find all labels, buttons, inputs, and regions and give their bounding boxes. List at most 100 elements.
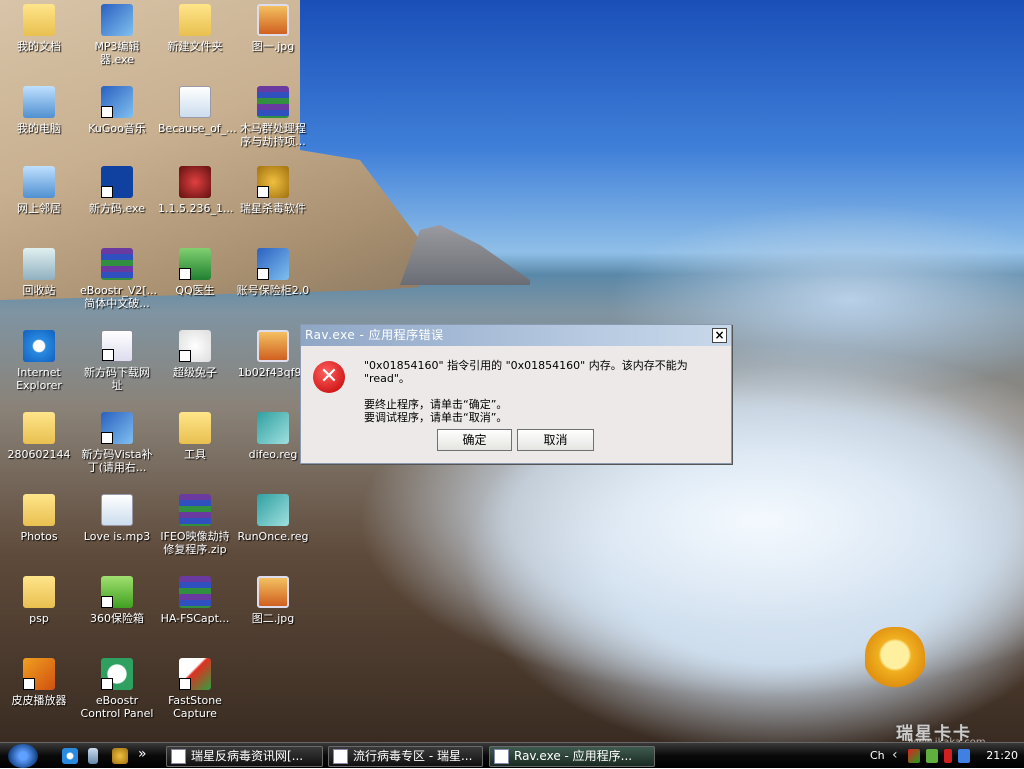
desktop-icon[interactable]: Because_of_... bbox=[156, 86, 237, 135]
desktop-icon-label: 我的文档 bbox=[17, 40, 61, 53]
ie-quicklaunch-icon[interactable] bbox=[62, 748, 78, 764]
fast-icon bbox=[179, 658, 211, 690]
rar-icon bbox=[101, 248, 133, 280]
desktop-icon[interactable]: 280602144 bbox=[0, 412, 78, 461]
app-icon bbox=[101, 412, 133, 444]
application-error-dialog: Rav.exe - 应用程序错误 × ✕ "0x01854160" 指令引用的 … bbox=[300, 324, 732, 464]
desktop-icon-label: 新方码.exe bbox=[88, 202, 145, 215]
desktop-icon[interactable]: eBoostr_V2[...简体中文破... bbox=[78, 248, 157, 310]
desktop-icon-label: 账号保险柜2.0 bbox=[236, 284, 310, 297]
desktop-icon-label: 我的电脑 bbox=[17, 122, 61, 135]
dialog-title-bar[interactable]: Rav.exe - 应用程序错误 bbox=[301, 325, 731, 346]
desktop-icon[interactable]: IFEO映像劫持修复程序.zip bbox=[156, 494, 234, 556]
desktop-icon[interactable]: 新建文件夹 bbox=[156, 4, 234, 53]
reg-icon bbox=[257, 494, 289, 526]
network-icon[interactable] bbox=[958, 749, 970, 763]
rising-quicklaunch-icon[interactable] bbox=[112, 748, 128, 764]
cancel-button[interactable]: 取消 bbox=[517, 429, 594, 451]
gauge-icon bbox=[101, 658, 133, 690]
desktop-icon-label: Love is.mp3 bbox=[83, 530, 151, 543]
desktop-icon-label: 皮皮播放器 bbox=[11, 694, 67, 707]
desktop-icon[interactable]: 我的电脑 bbox=[0, 86, 78, 135]
tray-app-icon[interactable] bbox=[926, 749, 938, 763]
desktop-icon-label: KuGoo音乐 bbox=[88, 122, 146, 135]
desktop-icon-label: 360保险箱 bbox=[90, 612, 144, 625]
desktop-icon[interactable]: 瑞星杀毒软件 bbox=[234, 166, 312, 215]
desktop-icon[interactable]: 工具 bbox=[156, 412, 234, 461]
desktop-icon[interactable]: psp bbox=[0, 576, 78, 625]
rising-lion-mascot-icon[interactable] bbox=[865, 627, 925, 689]
desktop-icon[interactable]: 360保险箱 bbox=[78, 576, 156, 625]
desktop-icon-label: 网上邻居 bbox=[17, 202, 61, 215]
desktop-icon-label: eBoostr Control Panel bbox=[80, 694, 154, 720]
desktop-icon-label: IFEO映像劫持修复程序.zip bbox=[160, 530, 230, 556]
desktop-icon-label: 回收站 bbox=[22, 284, 56, 297]
desktop-icon[interactable]: 皮皮播放器 bbox=[0, 658, 78, 707]
desktop-icon-label: 1.1.5.236_1... bbox=[158, 202, 234, 215]
desktop-icon[interactable]: 新方码Vista补丁(请用右... bbox=[78, 412, 156, 474]
tray-app-icon[interactable] bbox=[944, 749, 952, 763]
desktop-icon[interactable]: QQ医生 bbox=[156, 248, 234, 297]
desktop-icon-label: MP3编辑器.exe bbox=[94, 40, 140, 66]
start-button[interactable] bbox=[8, 744, 38, 768]
rabbit-icon bbox=[179, 330, 211, 362]
desktop-icon[interactable]: MP3编辑器.exe bbox=[78, 4, 156, 66]
ok-button[interactable]: 确定 bbox=[437, 429, 512, 451]
desktop-icon[interactable]: 图一.jpg bbox=[234, 4, 312, 53]
desktop-icon[interactable]: 超级兔子 bbox=[156, 330, 234, 379]
quicklaunch-more-button[interactable]: » bbox=[138, 746, 147, 762]
language-indicator[interactable]: Ch bbox=[870, 749, 885, 762]
wallpaper-headland bbox=[400, 225, 530, 285]
desktop-icon-label: 新建文件夹 bbox=[167, 40, 223, 53]
desktop-icon[interactable]: eBoostr Control Panel bbox=[78, 658, 156, 720]
terminate-hint: 要终止程序，请单击“确定”。 bbox=[364, 398, 508, 411]
desktop-icon[interactable]: HA-FSCapt... bbox=[156, 576, 234, 625]
desktop-icon-label: Photos bbox=[20, 530, 58, 543]
task-button-active[interactable]: Rav.exe - 应用程序... bbox=[489, 746, 655, 767]
dialog-title: Rav.exe - 应用程序错误 bbox=[305, 328, 444, 342]
desktop-icon[interactable]: 木马群处理程序与劫持项... bbox=[234, 86, 312, 148]
desktop-icon[interactable]: 我的文档 bbox=[0, 4, 78, 53]
desktop-icon[interactable]: 图二.jpg bbox=[234, 576, 312, 625]
img-icon bbox=[257, 330, 289, 362]
lionico-icon bbox=[257, 166, 289, 198]
dialog-close-button[interactable]: × bbox=[712, 328, 727, 343]
desktop-icon[interactable]: 网上邻居 bbox=[0, 166, 78, 215]
star-icon bbox=[101, 166, 133, 198]
desktop-icon[interactable]: 回收站 bbox=[0, 248, 78, 297]
desktop-icon[interactable]: 1.1.5.236_1... bbox=[156, 166, 234, 215]
folder-icon bbox=[23, 4, 55, 36]
qq-icon bbox=[179, 166, 211, 198]
rar-icon bbox=[179, 494, 211, 526]
desktop-icon-label: HA-FSCapt... bbox=[160, 612, 230, 625]
desktop-icon-label: 280602144 bbox=[7, 448, 71, 461]
desktop-icon[interactable]: KuGoo音乐 bbox=[78, 86, 156, 135]
show-hidden-icons-button[interactable]: ‹ bbox=[892, 747, 898, 763]
task-button[interactable]: 瑞星反病毒资讯网[... bbox=[166, 746, 323, 767]
desktop-icon[interactable]: 新方码.exe bbox=[78, 166, 156, 215]
folder-icon bbox=[23, 494, 55, 526]
desktop-icon[interactable]: 新方码下载网址 bbox=[78, 330, 156, 392]
desktop-icon-label: RunOnce.reg bbox=[237, 530, 309, 543]
app-icon bbox=[101, 4, 133, 36]
desktop-icon[interactable]: FastStone Capture bbox=[156, 658, 234, 720]
desktop-icon-label: 瑞星杀毒软件 bbox=[240, 202, 306, 215]
desktop-icon[interactable]: Love is.mp3 bbox=[78, 494, 156, 543]
desktop-icon[interactable]: RunOnce.reg bbox=[234, 494, 312, 543]
desktop-icon[interactable]: Internet Explorer bbox=[0, 330, 78, 392]
reg-icon bbox=[257, 412, 289, 444]
ie-page-icon bbox=[171, 749, 186, 764]
clock[interactable]: 21:20 bbox=[986, 749, 1018, 762]
task-label: 瑞星反病毒资讯网[... bbox=[191, 749, 304, 763]
task-button[interactable]: 流行病毒专区 - 瑞星... bbox=[328, 746, 483, 767]
desktop-icon-label: 工具 bbox=[184, 448, 206, 461]
folder-icon bbox=[179, 412, 211, 444]
desktop-icon[interactable]: 账号保险柜2.0 bbox=[234, 248, 312, 297]
debug-hint: 要调试程序，请单击“取消”。 bbox=[364, 411, 508, 424]
desktop-quicklaunch-icon[interactable] bbox=[88, 748, 98, 764]
task-label: 流行病毒专区 - 瑞星... bbox=[353, 749, 473, 763]
app-icon bbox=[257, 248, 289, 280]
tray-app-icon[interactable] bbox=[908, 749, 920, 763]
desktop-icon[interactable]: Photos bbox=[0, 494, 78, 543]
doc-icon bbox=[101, 330, 133, 362]
